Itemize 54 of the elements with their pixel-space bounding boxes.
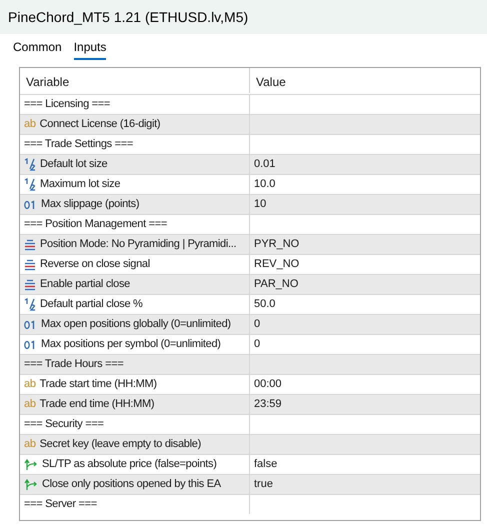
value-cell[interactable]: 0 — [254, 316, 260, 333]
section-heading: === Security === — [24, 417, 104, 432]
variable-name: Enable partial close — [40, 277, 130, 292]
list-icon — [24, 238, 36, 250]
text-type-icon: ab — [24, 379, 36, 390]
column-header[interactable]: Variable — [20, 68, 250, 93]
list-icon — [24, 258, 36, 270]
list-icon — [24, 278, 36, 290]
variable-name: Connect License (16-digit) — [40, 117, 160, 132]
variable-name: Max slippage (points) — [41, 197, 140, 212]
section-heading: === Licensing === — [24, 97, 110, 112]
variable-name: Max positions per symbol (0=unlimited) — [41, 337, 221, 352]
fraction-icon — [24, 298, 36, 311]
variable-name: Close only positions opened by this EA — [42, 477, 221, 492]
window-title: PineChord_MT5 1.21 (ETHUSD.lv,M5) — [8, 8, 248, 27]
section-heading: === Trade Hours === — [24, 357, 124, 372]
variable-name: SL/TP as absolute price (false=points) — [42, 457, 217, 472]
number-icon — [24, 340, 37, 350]
fraction-icon — [24, 158, 36, 171]
variable-name: Trade start time (HH:MM) — [40, 377, 157, 392]
variable-name: Reverse on close signal — [40, 257, 150, 272]
value-cell[interactable]: 0.01 — [254, 156, 276, 173]
branch-arrow-icon — [24, 458, 38, 471]
value-cell[interactable]: PAR_NO — [254, 276, 298, 293]
variable-name: Position Mode: No Pyramiding | Pyramidi... — [40, 237, 236, 252]
variable-name: Default partial close % — [40, 297, 143, 312]
number-icon — [24, 320, 37, 330]
value-cell[interactable]: PYR_NO — [254, 236, 300, 253]
variable-name: Trade end time (HH:MM) — [40, 397, 154, 412]
section-heading: === Position Management === — [24, 217, 167, 232]
value-cell[interactable]: true — [254, 476, 273, 493]
value-cell[interactable]: 10 — [254, 196, 266, 213]
section-heading: === Trade Settings === — [24, 137, 133, 152]
variable-name: Default lot size — [40, 157, 108, 172]
column-header[interactable]: Value — [250, 68, 480, 93]
value-cell[interactable]: 00:00 — [254, 376, 282, 393]
variable-name: Max open positions globally (0=unlimited) — [41, 317, 231, 332]
text-type-icon: ab — [24, 399, 36, 410]
variable-name: Secret key (leave empty to disable) — [40, 437, 201, 452]
text-type-icon: ab — [24, 119, 36, 130]
value-cell[interactable]: false — [254, 456, 278, 473]
variable-name: Maximum lot size — [40, 177, 120, 192]
fraction-icon — [24, 178, 36, 191]
tab[interactable]: Inputs — [74, 38, 106, 60]
value-cell[interactable]: 0 — [254, 336, 260, 353]
branch-arrow-icon — [24, 478, 38, 491]
value-cell[interactable]: 10.0 — [254, 176, 276, 193]
value-cell[interactable]: 50.0 — [254, 296, 276, 313]
value-cell[interactable]: REV_NO — [254, 256, 300, 273]
tab[interactable]: Common — [13, 38, 62, 60]
value-cell[interactable]: 23:59 — [254, 396, 282, 413]
text-type-icon: ab — [24, 439, 36, 450]
number-icon — [24, 200, 37, 210]
section-heading: === Server === — [24, 497, 97, 512]
